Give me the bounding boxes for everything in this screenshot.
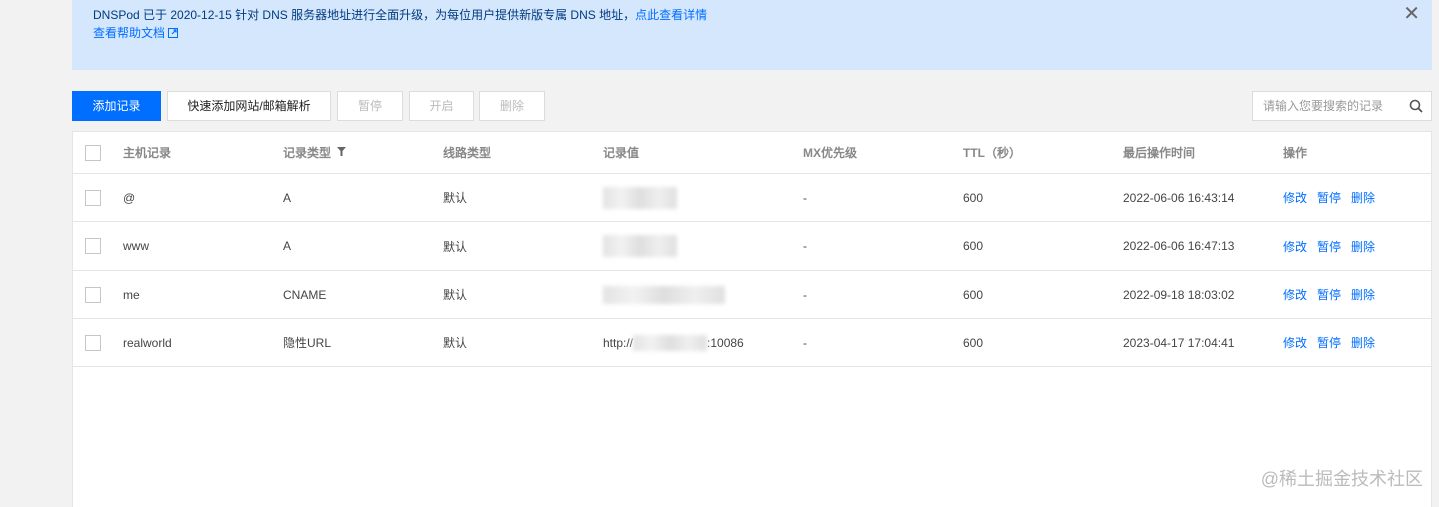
cell-mx: -	[803, 239, 807, 253]
header-type[interactable]: 记录类型	[283, 132, 347, 173]
row-checkbox[interactable]	[85, 334, 101, 351]
notice-message: DNSPod 已于 2020-12-15 针对 DNS 服务器地址进行全面升级，…	[93, 8, 636, 22]
help-doc-link[interactable]: 查看帮助文档	[93, 24, 179, 42]
close-icon[interactable]: ✕	[1403, 4, 1420, 24]
cell-type: A	[283, 239, 292, 253]
add-record-button[interactable]: 添加记录	[72, 91, 161, 121]
cell-host: realworld	[123, 335, 172, 350]
cell-host: @	[123, 190, 136, 205]
delete-link[interactable]: 删除	[1351, 334, 1375, 351]
cell-value	[603, 271, 725, 318]
cell-actions: 修改 暂停 删除	[1283, 319, 1385, 366]
cell-mx: -	[803, 287, 807, 302]
cell-type: CNAME	[283, 287, 327, 302]
pause-link[interactable]: 暂停	[1317, 238, 1341, 255]
notice-line-1: DNSPod 已于 2020-12-15 针对 DNS 服务器地址进行全面升级，…	[93, 6, 1411, 24]
delete-link[interactable]: 删除	[1351, 286, 1375, 303]
cell-line: 默认	[443, 288, 468, 302]
header-mx: MX优先级	[803, 146, 858, 160]
redacted-value	[603, 285, 725, 304]
cell-value: http:// :10086	[603, 319, 744, 366]
table-row: realworld 隐性URL 默认 http:// :10086 - 600 …	[73, 319, 1431, 367]
cell-actions: 修改 暂停 删除	[1283, 271, 1385, 318]
cell-type: 隐性URL	[283, 336, 332, 350]
header-ops: 操作	[1283, 146, 1308, 160]
value-suffix: :10086	[707, 335, 744, 350]
help-doc-label: 查看帮助文档	[93, 26, 166, 40]
pause-link[interactable]: 暂停	[1317, 286, 1341, 303]
external-link-icon	[168, 28, 179, 38]
watermark: @稀土掘金技术社区	[1260, 469, 1423, 489]
row-checkbox[interactable]	[85, 238, 101, 254]
records-table: 主机记录 记录类型 线路类型 记录值 MX优先级 TTL（秒） 最后操作时间 操…	[72, 131, 1432, 507]
header-host: 主机记录	[123, 146, 172, 160]
header-type-label: 记录类型	[283, 146, 332, 160]
delete-button[interactable]: 删除	[479, 91, 545, 121]
cell-value	[603, 174, 677, 221]
edit-link[interactable]: 修改	[1283, 334, 1307, 351]
cell-ttl: 600	[963, 190, 984, 205]
cell-line: 默认	[443, 336, 468, 350]
row-checkbox[interactable]	[85, 189, 101, 206]
header-time: 最后操作时间	[1123, 146, 1196, 160]
search-box	[1252, 91, 1432, 121]
cell-host: me	[123, 287, 140, 302]
header-checkbox-cell	[85, 132, 101, 173]
notice-line-2: 查看帮助文档	[93, 24, 1411, 42]
delete-link[interactable]: 删除	[1351, 238, 1375, 255]
redacted-value	[603, 235, 677, 257]
cell-mx: -	[803, 335, 807, 350]
cell-ttl: 600	[963, 239, 984, 253]
quick-add-button[interactable]: 快速添加网站/邮箱解析	[167, 91, 331, 121]
table-row: www A 默认 - 600 2022-06-06 16:47:13 修改 暂停…	[73, 222, 1431, 271]
cell-ttl: 600	[963, 287, 984, 302]
redacted-value	[633, 334, 708, 351]
notice-details-link[interactable]: 点此查看详情	[635, 8, 707, 22]
search-icon[interactable]	[1409, 99, 1423, 113]
cell-time: 2023-04-17 17:04:41	[1123, 335, 1235, 350]
edit-link[interactable]: 修改	[1283, 286, 1307, 303]
redacted-value	[603, 186, 677, 209]
delete-link[interactable]: 删除	[1351, 189, 1375, 206]
cell-line: 默认	[443, 191, 468, 205]
cell-type: A	[283, 190, 292, 205]
cell-actions: 修改 暂停 删除	[1283, 174, 1385, 221]
header-ttl: TTL（秒）	[963, 146, 1021, 160]
cell-time: 2022-09-18 18:03:02	[1123, 287, 1235, 302]
edit-link[interactable]: 修改	[1283, 238, 1307, 255]
filter-icon[interactable]	[337, 147, 347, 156]
cell-host: www	[123, 239, 149, 253]
toolbar: 添加记录 快速添加网站/邮箱解析 暂停 开启 删除	[72, 91, 1432, 121]
upgrade-notice: DNSPod 已于 2020-12-15 针对 DNS 服务器地址进行全面升级，…	[72, 0, 1432, 70]
header-value: 记录值	[603, 146, 640, 160]
pause-link[interactable]: 暂停	[1317, 189, 1341, 206]
cell-time: 2022-06-06 16:47:13	[1123, 239, 1235, 253]
cell-mx: -	[803, 190, 807, 205]
pause-button[interactable]: 暂停	[337, 91, 403, 121]
header-line: 线路类型	[443, 146, 492, 160]
value-prefix: http://	[603, 335, 634, 350]
cell-value	[603, 222, 677, 270]
edit-link[interactable]: 修改	[1283, 189, 1307, 206]
cell-actions: 修改 暂停 删除	[1283, 222, 1385, 270]
pause-link[interactable]: 暂停	[1317, 334, 1341, 351]
table-row: me CNAME 默认 - 600 2022-09-18 18:03:02 修改…	[73, 271, 1431, 319]
cell-line: 默认	[443, 239, 468, 254]
enable-button[interactable]: 开启	[409, 91, 474, 121]
search-input[interactable]	[1253, 92, 1403, 120]
row-checkbox[interactable]	[85, 286, 101, 303]
select-all-checkbox[interactable]	[85, 144, 101, 161]
cell-ttl: 600	[963, 335, 984, 350]
cell-time: 2022-06-06 16:43:14	[1123, 190, 1235, 205]
table-row: @ A 默认 - 600 2022-06-06 16:43:14 修改 暂停 删…	[73, 174, 1431, 222]
table-header: 主机记录 记录类型 线路类型 记录值 MX优先级 TTL（秒） 最后操作时间 操…	[73, 132, 1431, 174]
